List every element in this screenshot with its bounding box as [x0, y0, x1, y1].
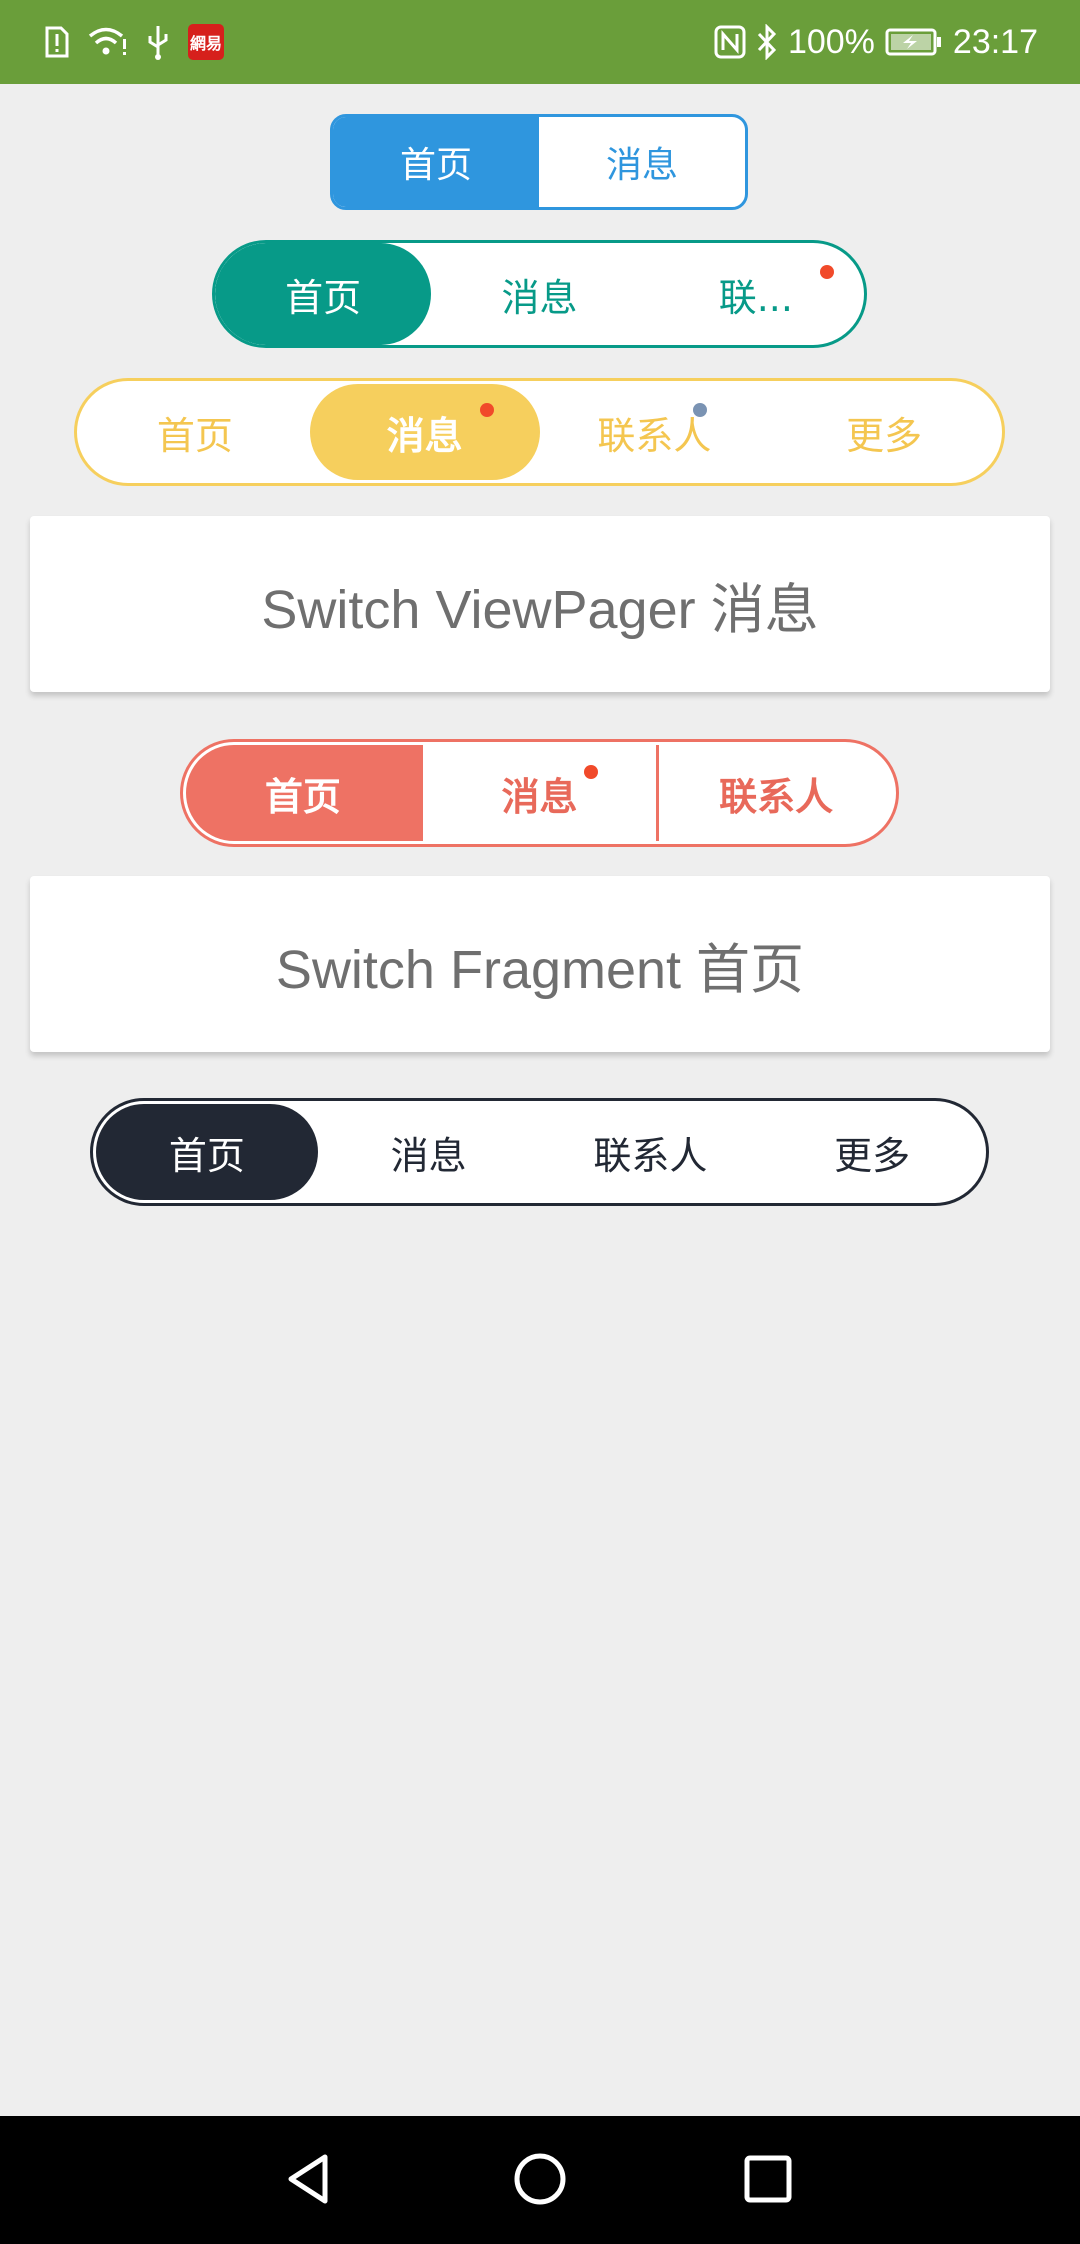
nfc-icon: [714, 25, 746, 59]
sim-alert-icon: [44, 25, 70, 59]
tab-label: 联系人: [719, 774, 834, 819]
segmented-control-teal: 首页 消息 联...: [212, 240, 867, 348]
tab-messages[interactable]: 消息: [431, 243, 647, 345]
tab-messages[interactable]: 消息: [423, 745, 660, 841]
back-button[interactable]: [274, 2146, 344, 2216]
wifi-icon: [88, 25, 128, 59]
tab-messages[interactable]: 消息: [539, 117, 745, 207]
viewpager-page-card: Switch ViewPager 消息: [30, 516, 1050, 692]
tab-label: 消息: [390, 1133, 467, 1178]
tab-messages[interactable]: 消息: [318, 1104, 540, 1200]
tab-label: 消息: [501, 774, 578, 819]
segmented-control-dark: 首页 消息 联系人 更多: [90, 1098, 989, 1206]
tab-contacts[interactable]: 联系人: [540, 384, 770, 480]
tab-label: 联...: [718, 275, 793, 320]
tab-label: 消息: [501, 275, 578, 320]
tab-contacts[interactable]: 联系人: [659, 745, 893, 841]
tab-label: 首页: [285, 275, 362, 320]
unread-dot: [584, 765, 599, 779]
tab-label: 首页: [399, 145, 472, 186]
tab-label: 更多: [846, 413, 923, 458]
usb-icon: [146, 24, 170, 60]
tab-label: 首页: [156, 413, 233, 458]
tab-label: 更多: [834, 1133, 911, 1178]
home-icon: [512, 2151, 568, 2211]
status-right-icons: 100% 23:17: [714, 20, 1038, 64]
back-icon: [281, 2151, 337, 2211]
tab-label: 联系人: [593, 1133, 708, 1178]
tab-contacts[interactable]: 联...: [648, 243, 864, 345]
tab-more[interactable]: 更多: [769, 384, 999, 480]
tab-more[interactable]: 更多: [761, 1104, 983, 1200]
system-navigation-bar: [0, 2116, 1080, 2244]
tab-contacts[interactable]: 联系人: [540, 1104, 762, 1200]
tab-home[interactable]: 首页: [333, 117, 539, 207]
home-button[interactable]: [505, 2146, 575, 2216]
recents-button[interactable]: [733, 2146, 803, 2216]
segmented-control-salmon: 首页 消息 联系人: [180, 739, 899, 847]
segmented-control-yellow: 首页 消息 联系人 更多: [74, 378, 1005, 486]
tab-label: 首页: [168, 1133, 245, 1178]
fragment-page-card: Switch Fragment 首页: [30, 876, 1050, 1052]
clock: 23:17: [952, 22, 1038, 61]
recents-icon: [740, 2151, 796, 2211]
bluetooth-icon: [756, 24, 778, 60]
tab-label: 消息: [605, 145, 678, 186]
battery-percent: 100%: [787, 22, 875, 61]
tab-home[interactable]: 首页: [96, 1104, 318, 1200]
segmented-control-blue: 首页 消息: [330, 114, 748, 210]
tab-label: 首页: [264, 774, 341, 819]
battery-charging-icon: [885, 27, 943, 57]
netease-app-icon: 網易: [188, 24, 224, 60]
tab-home[interactable]: 首页: [186, 745, 423, 841]
tab-home[interactable]: 首页: [215, 243, 432, 345]
unread-dot: [479, 403, 494, 417]
tab-label: 消息: [386, 413, 463, 458]
status-left-icons: 網易: [44, 22, 224, 62]
unread-dot: [819, 265, 834, 279]
tab-home[interactable]: 首页: [80, 384, 310, 480]
tab-messages[interactable]: 消息: [309, 384, 540, 480]
status-bar: 網易 100% 23:17: [0, 0, 1080, 84]
card-text: Switch Fragment 首页: [275, 939, 805, 1000]
card-text: Switch ViewPager 消息: [261, 579, 819, 640]
